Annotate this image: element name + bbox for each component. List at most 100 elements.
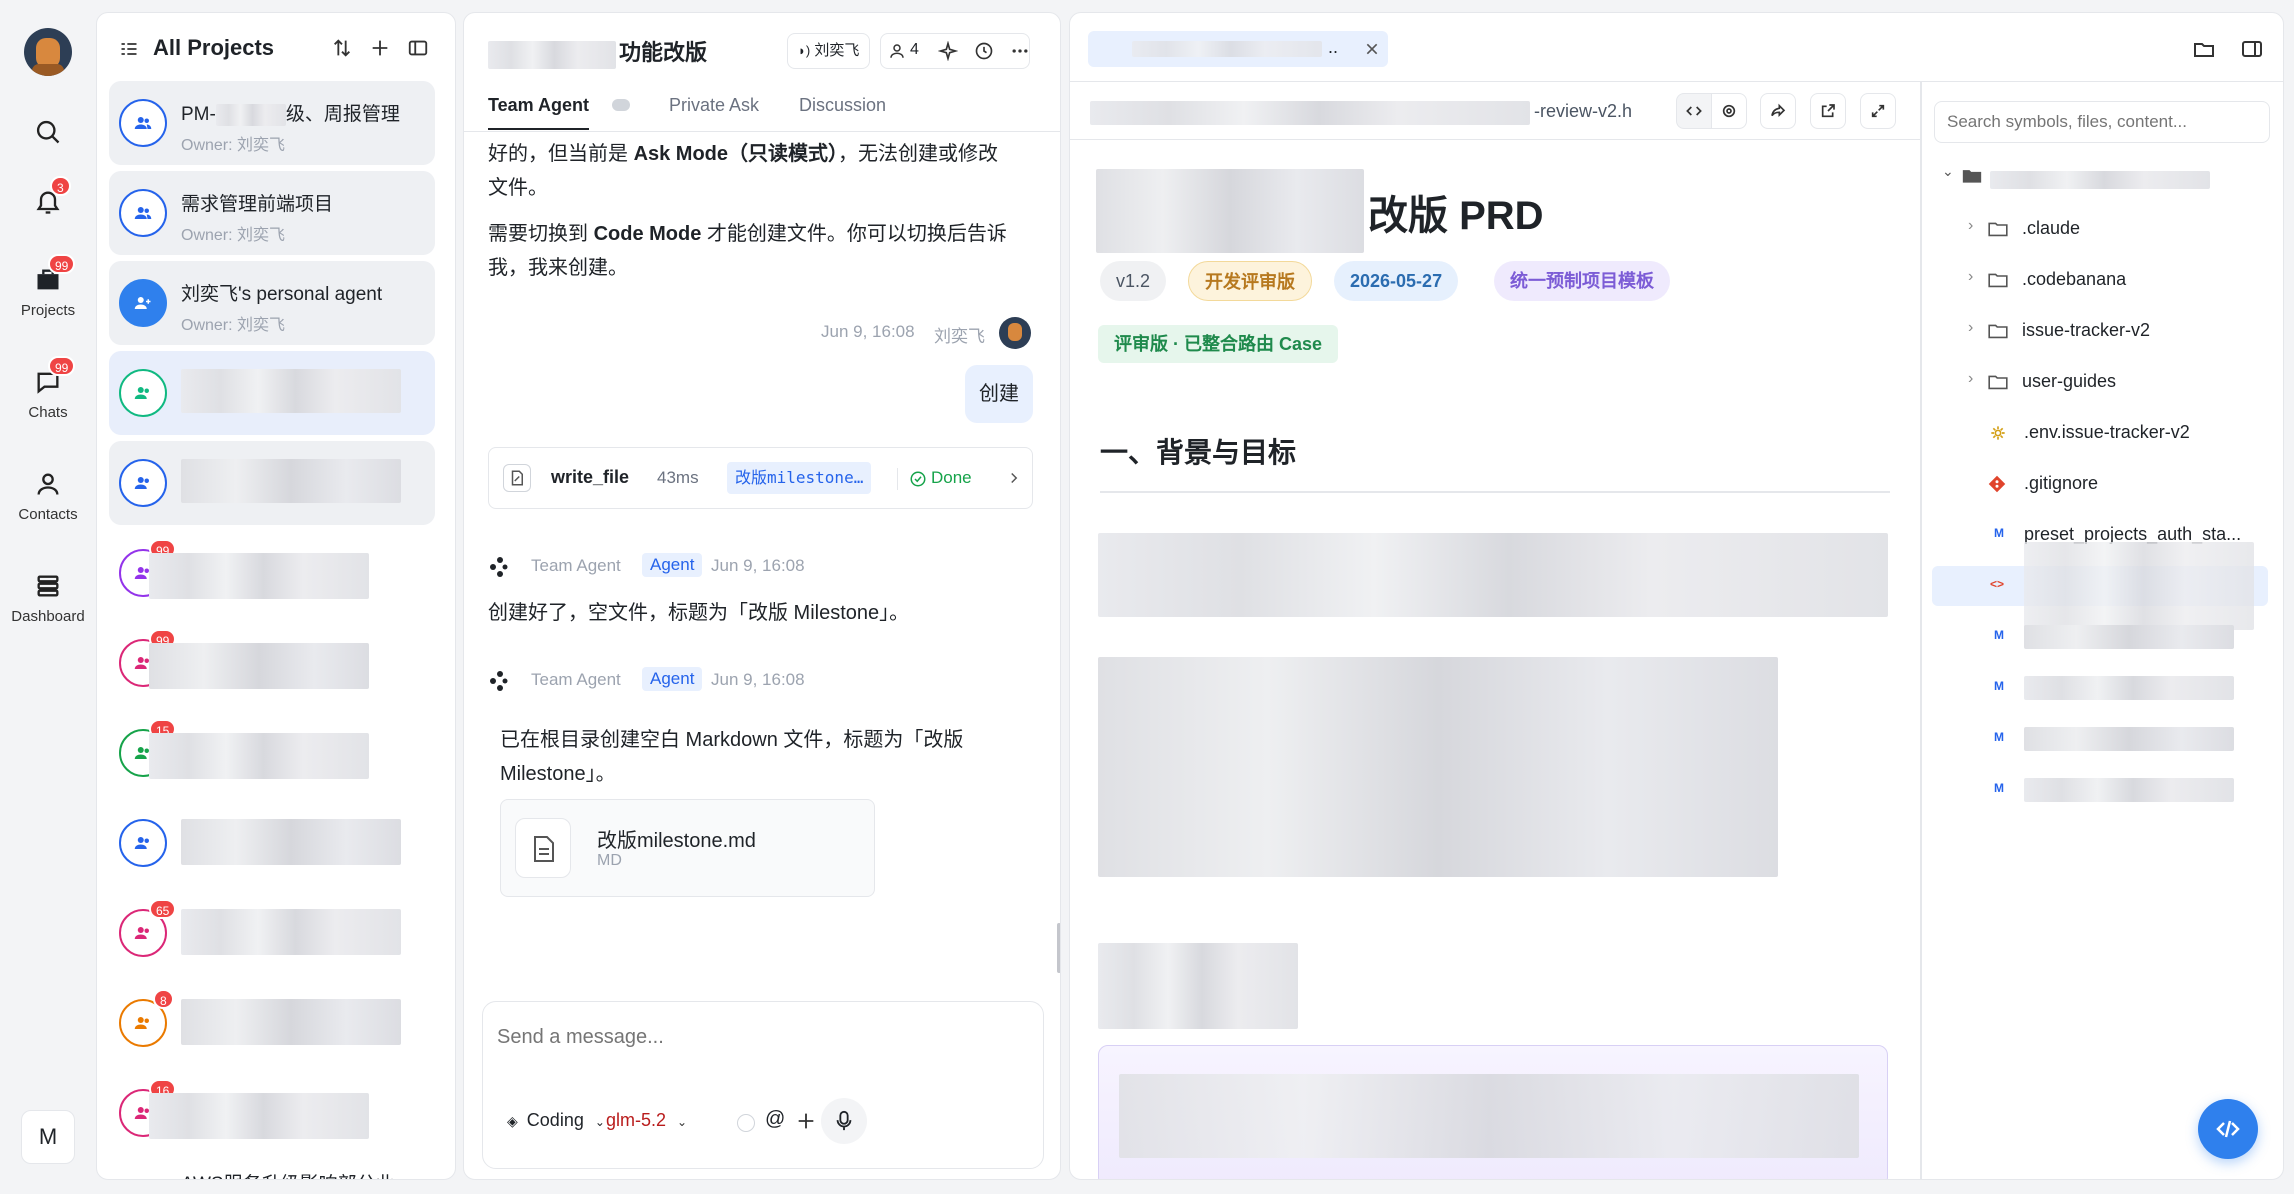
tree-label: .gitignore <box>2024 473 2099 493</box>
message-timestamp: Jun 9, 16:08 <box>711 556 805 575</box>
tree-file[interactable]: M <box>1922 770 2262 810</box>
team-icon <box>134 927 149 939</box>
mode-toggle[interactable] <box>612 99 630 111</box>
open-external-button[interactable] <box>1810 93 1846 129</box>
chats-badge: 99 <box>48 356 76 376</box>
tree-file[interactable]: <> <box>1932 542 2268 630</box>
rail-dashboard[interactable]: Dashboard <box>0 572 96 625</box>
history-icon[interactable] <box>974 41 994 61</box>
sort-icon[interactable] <box>331 37 353 59</box>
message-composer: ◈ Coding ⌄ glm-5.2 ⌄ @ <box>482 1001 1044 1169</box>
project-item[interactable]: 99 <box>109 531 435 615</box>
redacted-text <box>149 553 369 599</box>
code-view-button[interactable] <box>1676 93 1712 129</box>
sparkle-icon[interactable] <box>938 41 958 61</box>
tree-file[interactable]: M <box>1922 668 2262 708</box>
open-folder-icon[interactable] <box>2192 37 2216 61</box>
project-item[interactable]: 8 <box>109 981 435 1065</box>
close-icon[interactable] <box>1364 41 1380 57</box>
project-item[interactable]: 16 <box>109 1071 435 1155</box>
code-icon <box>1686 106 1702 116</box>
chevron-right-icon: › <box>1968 370 1974 387</box>
more-icon[interactable] <box>1010 41 1030 61</box>
message-author: 刘奕飞 <box>934 327 985 346</box>
tree-file[interactable]: .env.issue-tracker-v2 <box>1922 413 2262 453</box>
workspace-button[interactable]: M <box>21 1110 75 1164</box>
project-item[interactable] <box>109 441 435 525</box>
message-input[interactable] <box>497 1026 1017 1049</box>
team-icon <box>134 387 149 399</box>
tab-discussion[interactable]: Discussion <box>799 95 886 116</box>
settings-file-icon <box>1991 426 2005 440</box>
tree-file[interactable]: M <box>1922 719 2262 759</box>
project-item[interactable]: 99 <box>109 621 435 705</box>
project-name-head: PM- <box>181 104 216 125</box>
sidebar-toggle-icon[interactable] <box>2240 37 2264 61</box>
rail-projects[interactable]: Projects <box>0 266 96 319</box>
model-selector[interactable]: glm-5.2 ⌄ <box>606 1110 687 1131</box>
chevron-right-icon: › <box>1968 268 1974 285</box>
tree-folder[interactable]: › .codebanana <box>1922 260 2262 300</box>
project-item[interactable]: 65 <box>109 891 435 975</box>
redacted-title <box>1096 169 1364 253</box>
redacted-path <box>1090 101 1530 125</box>
project-item[interactable]: 需求管理前端项目 Owner: 刘奕飞 <box>109 171 435 255</box>
file-name: 改版milestone.md <box>597 830 756 852</box>
redacted-text <box>181 369 401 413</box>
dashboard-icon <box>37 575 59 597</box>
tree-root[interactable]: ⌄ <box>1942 163 1954 181</box>
user-avatar[interactable] <box>24 28 72 76</box>
tab-label: Private Ask <box>669 95 760 115</box>
team-avatar <box>119 99 167 147</box>
floating-code-button[interactable] <box>2198 1099 2258 1159</box>
attach-plus-icon[interactable] <box>795 1110 817 1132</box>
tab-private-ask[interactable]: Private Ask <box>669 95 759 116</box>
project-item[interactable]: 刘奕飞's personal agent Owner: 刘奕飞 <box>109 261 435 345</box>
git-icon <box>1988 475 2006 493</box>
expand-button[interactable] <box>1860 93 1896 129</box>
project-item[interactable] <box>109 351 435 435</box>
file-tab[interactable]: .. <box>1088 31 1388 67</box>
search-input[interactable] <box>1934 101 2270 143</box>
add-project-icon[interactable] <box>369 37 391 59</box>
tab-team-agent[interactable]: Team Agent <box>488 95 590 130</box>
tree-label: user-guides <box>2022 371 2117 391</box>
chat-scrollbar[interactable] <box>1057 923 1060 973</box>
share-button[interactable] <box>1760 93 1796 129</box>
mention-icon[interactable]: @ <box>765 1108 785 1131</box>
projects-badge: 99 <box>48 254 76 274</box>
agent-name: Team Agent <box>531 556 621 575</box>
project-item[interactable] <box>109 801 435 885</box>
eye-icon <box>1722 104 1736 118</box>
tree-folder[interactable]: › issue-tracker-v2 <box>1922 311 2262 351</box>
redacted-paragraph <box>1098 533 1888 617</box>
preview-view-button[interactable] <box>1711 93 1747 129</box>
project-item[interactable]: PM- 级、周报管理 Owner: 刘奕飞 <box>109 81 435 165</box>
file-card[interactable]: 改版milestone.md MD <box>500 799 875 897</box>
tool-file-chip[interactable]: 改版milestone… <box>727 462 872 494</box>
list-filter-icon[interactable] <box>119 39 139 59</box>
microphone-button[interactable] <box>821 1098 867 1144</box>
search-icon[interactable] <box>34 118 62 146</box>
team-avatar <box>119 189 167 237</box>
redacted-paragraph <box>1098 657 1778 877</box>
members-icon <box>888 42 906 60</box>
project-item[interactable]: 15 <box>109 711 435 795</box>
chevron-right-icon: › <box>1968 319 1974 336</box>
tree-label: .claude <box>2022 218 2081 238</box>
rail-contacts[interactable]: Contacts <box>0 470 96 523</box>
agent-message-line: 已在根目录创建空白 Markdown 文件，标题为「改版 <box>500 729 964 751</box>
agent-message-line: 我，我来创建。 <box>488 257 628 279</box>
tool-call-card[interactable]: write_file 43ms 改版milestone… Done <box>488 447 1033 509</box>
chevron-down-icon: ⌄ <box>1942 163 1954 179</box>
tree-file[interactable]: .gitignore <box>1922 464 2262 504</box>
agent-logo-icon <box>488 555 512 579</box>
mode-selector[interactable]: ◈ Coding ⌄ <box>507 1110 605 1131</box>
tree-folder[interactable]: › user-guides <box>1922 362 2262 402</box>
rail-chats[interactable]: Chats <box>0 368 96 421</box>
tree-file[interactable]: M <box>1922 617 2262 657</box>
user-chip[interactable]: ◗) 刘奕飞 <box>787 33 871 69</box>
code-icon <box>2216 1120 2240 1138</box>
tree-folder[interactable]: › .claude <box>1922 209 2262 249</box>
panel-toggle-icon[interactable] <box>407 37 429 59</box>
